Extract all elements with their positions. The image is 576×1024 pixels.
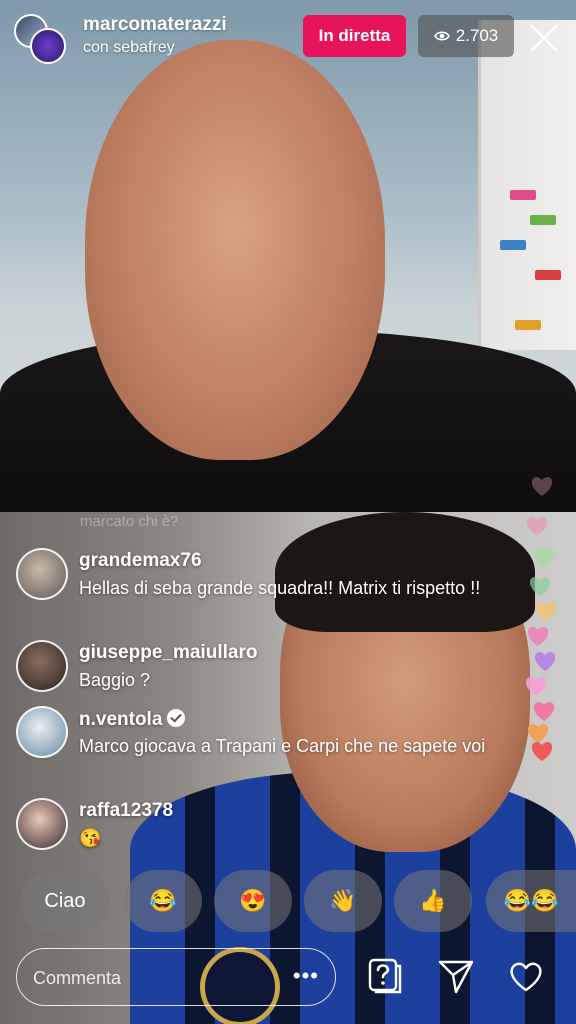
comment-username[interactable]: grandemax76: [79, 550, 202, 572]
board-sticker: [510, 190, 536, 200]
comment-text: Hellas di seba grande squadra!! Matrix t…: [79, 578, 481, 598]
quick-reply-double-laugh[interactable]: 😂😂: [486, 870, 576, 932]
quick-reply-laugh[interactable]: 😂: [124, 870, 202, 932]
question-icon[interactable]: [365, 956, 405, 996]
host-guest-avatars[interactable]: [14, 14, 66, 64]
board-sticker: [515, 320, 541, 330]
comment-composer[interactable]: •••: [16, 948, 336, 1006]
heart-icon: [533, 702, 555, 721]
comment-text: 😘: [79, 828, 102, 848]
comment-item[interactable]: n.ventola Marco giocava a Trapani e Carp…: [16, 706, 516, 786]
quick-reply-ciao[interactable]: Ciao: [20, 870, 110, 932]
quick-reply-thumbs-up[interactable]: 👍: [394, 870, 472, 932]
heart-icon: [533, 547, 555, 566]
commenter-avatar[interactable]: [16, 706, 68, 758]
comment-item[interactable]: giuseppe_maiullaro Baggio ?: [16, 640, 516, 696]
send-icon[interactable]: [436, 956, 476, 996]
heart-icon: [529, 577, 551, 596]
comment-input[interactable]: [31, 959, 275, 997]
background-whiteboard: [478, 20, 576, 350]
comment-username[interactable]: giuseppe_maiullaro: [79, 642, 257, 664]
board-sticker: [530, 215, 556, 225]
host-face: [85, 40, 385, 460]
comment-username-row[interactable]: n.ventola: [79, 708, 186, 731]
more-options-button[interactable]: •••: [293, 963, 319, 989]
board-sticker: [500, 240, 526, 250]
quick-reply-heart-eyes[interactable]: 😍: [214, 870, 292, 932]
heart-icon: [531, 742, 553, 761]
board-sticker: [535, 270, 561, 280]
comment-item[interactable]: grandemax76 Hellas di seba grande squadr…: [16, 548, 516, 628]
viewer-count-badge[interactable]: 2.703: [418, 15, 514, 57]
faded-comment: marcato chi è?: [80, 513, 179, 530]
live-badge: In diretta: [303, 15, 406, 57]
guest-line[interactable]: con sebafrey: [83, 39, 175, 57]
commenter-avatar[interactable]: [16, 548, 68, 600]
host-video-feed: [0, 0, 576, 512]
comment-username[interactable]: raffa12378: [79, 800, 173, 822]
quick-reply-wave[interactable]: 👋: [304, 870, 382, 932]
commenter-avatar[interactable]: [16, 798, 68, 850]
comment-username[interactable]: n.ventola: [79, 709, 162, 730]
heart-icon: [531, 477, 553, 496]
comment-text: Baggio ?: [79, 670, 151, 690]
heart-icon: [526, 517, 548, 536]
comment-text: Marco giocava a Trapani e Carpi che ne s…: [79, 736, 486, 756]
heart-icon: [535, 602, 557, 621]
heart-icon: [527, 627, 549, 646]
heart-icon: [534, 652, 556, 671]
guest-avatar[interactable]: [30, 28, 66, 64]
eye-icon: [433, 31, 450, 41]
comment-item[interactable]: raffa12378 😘: [16, 798, 516, 854]
viewer-count: 2.703: [455, 26, 499, 45]
host-username[interactable]: marcomaterazzi: [83, 14, 227, 36]
commenter-avatar[interactable]: [16, 640, 68, 692]
heart-icon: [525, 677, 547, 696]
close-icon[interactable]: [526, 20, 562, 56]
heart-icon[interactable]: [506, 956, 546, 996]
verified-badge-icon: [167, 709, 186, 727]
